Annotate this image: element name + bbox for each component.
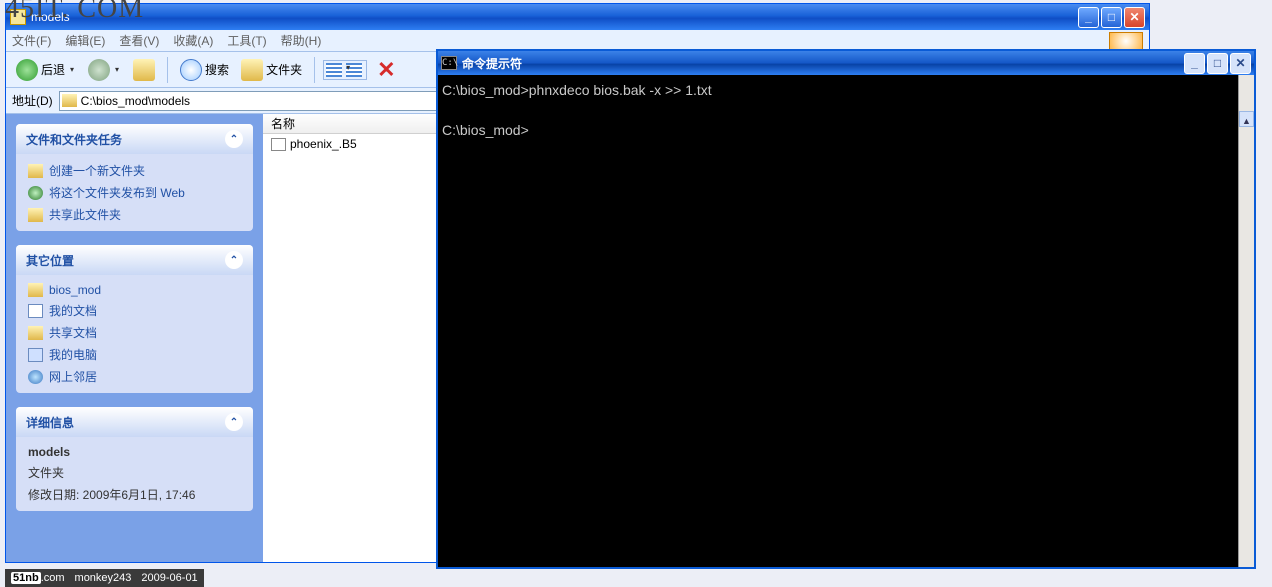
collapse-button[interactable]: ⌃	[225, 413, 243, 431]
menu-help[interactable]: 帮助(H)	[281, 32, 322, 49]
scroll-up-icon[interactable]: ▲	[1239, 111, 1254, 127]
cmd-minimize-button[interactable]: _	[1184, 53, 1205, 74]
cmd-line: C:\bios_mod>	[442, 122, 529, 138]
chevron-down-icon: ▾	[346, 63, 362, 77]
place-my-computer[interactable]: 我的电脑	[28, 346, 241, 363]
tasks-panel: 文件和文件夹任务 ⌃ 创建一个新文件夹 将这个文件夹发布到 Web 共享此文件夹	[16, 124, 253, 231]
folder-icon	[62, 94, 77, 107]
other-head: 其它位置	[26, 252, 74, 269]
place-my-docs[interactable]: 我的文档	[28, 302, 241, 319]
details-panel: 详细信息 ⌃ models 文件夹 修改日期: 2009年6月1日, 17:46	[16, 407, 253, 511]
forward-button[interactable]: ▾	[84, 57, 125, 83]
collapse-button[interactable]: ⌃	[225, 130, 243, 148]
menu-favorites[interactable]: 收藏(A)	[173, 32, 213, 49]
menu-view[interactable]: 查看(V)	[119, 32, 159, 49]
menu-edit[interactable]: 编辑(E)	[65, 32, 105, 49]
task-new-folder[interactable]: 创建一个新文件夹	[28, 162, 241, 179]
detail-type: 文件夹	[28, 464, 241, 481]
tasks-head: 文件和文件夹任务	[26, 131, 122, 148]
task-share[interactable]: 共享此文件夹	[28, 206, 241, 223]
file-icon	[271, 138, 286, 151]
place-network[interactable]: 网上邻居	[28, 368, 241, 385]
cmd-close-button[interactable]: ✕	[1230, 53, 1251, 74]
view-selector[interactable]: ▾	[323, 60, 367, 80]
other-places-panel: 其它位置 ⌃ bios_mod 我的文档 共享文档 我的电脑 网上邻居	[16, 245, 253, 393]
close-button[interactable]: ✕	[1124, 7, 1145, 28]
cmd-titlebar[interactable]: C:\ 命令提示符 _ □ ✕	[438, 51, 1254, 75]
detail-name: models	[28, 445, 241, 459]
delete-button[interactable]: ✕	[371, 59, 401, 81]
cmd-maximize-button[interactable]: □	[1207, 53, 1228, 74]
details-head: 详细信息	[26, 414, 74, 431]
explorer-titlebar[interactable]: models _ □ ✕	[6, 4, 1149, 30]
back-button[interactable]: 后退▾	[12, 57, 80, 83]
place-shared-docs[interactable]: 共享文档	[28, 324, 241, 341]
cmd-icon: C:\	[441, 56, 457, 70]
collapse-button[interactable]: ⌃	[225, 251, 243, 269]
maximize-button[interactable]: □	[1101, 7, 1122, 28]
cmd-window: C:\ 命令提示符 _ □ ✕ C:\bios_mod>phnxdeco bio…	[436, 49, 1256, 569]
window-title: models	[31, 10, 1078, 24]
footer-watermark: 51nb.com monkey243 2009-06-01	[5, 569, 204, 587]
search-button[interactable]: 搜索	[176, 57, 233, 83]
folders-button[interactable]: 文件夹	[237, 57, 306, 83]
task-publish-web[interactable]: 将这个文件夹发布到 Web	[28, 184, 241, 201]
menu-file[interactable]: 文件(F)	[12, 32, 51, 49]
place-bios-mod[interactable]: bios_mod	[28, 283, 241, 297]
menu-tools[interactable]: 工具(T)	[227, 32, 266, 49]
scrollbar[interactable]: ▲	[1238, 75, 1254, 567]
detail-modified: 修改日期: 2009年6月1日, 17:46	[28, 486, 241, 503]
cmd-terminal[interactable]: C:\bios_mod>phnxdeco bios.bak -x >> 1.tx…	[438, 75, 1254, 567]
cmd-title-text: 命令提示符	[462, 55, 1184, 72]
address-label: 地址(D)	[12, 92, 53, 109]
cmd-line: C:\bios_mod>phnxdeco bios.bak -x >> 1.tx…	[442, 82, 712, 98]
up-button[interactable]	[129, 57, 159, 83]
watermark-text: 45IT. COM	[5, 0, 144, 23]
minimize-button[interactable]: _	[1078, 7, 1099, 28]
xp-logo-icon	[1109, 32, 1143, 50]
side-panel: 文件和文件夹任务⌃ 创建一个新文件夹 将这个文件夹发布到 Web 共享此文件夹 …	[6, 114, 263, 562]
